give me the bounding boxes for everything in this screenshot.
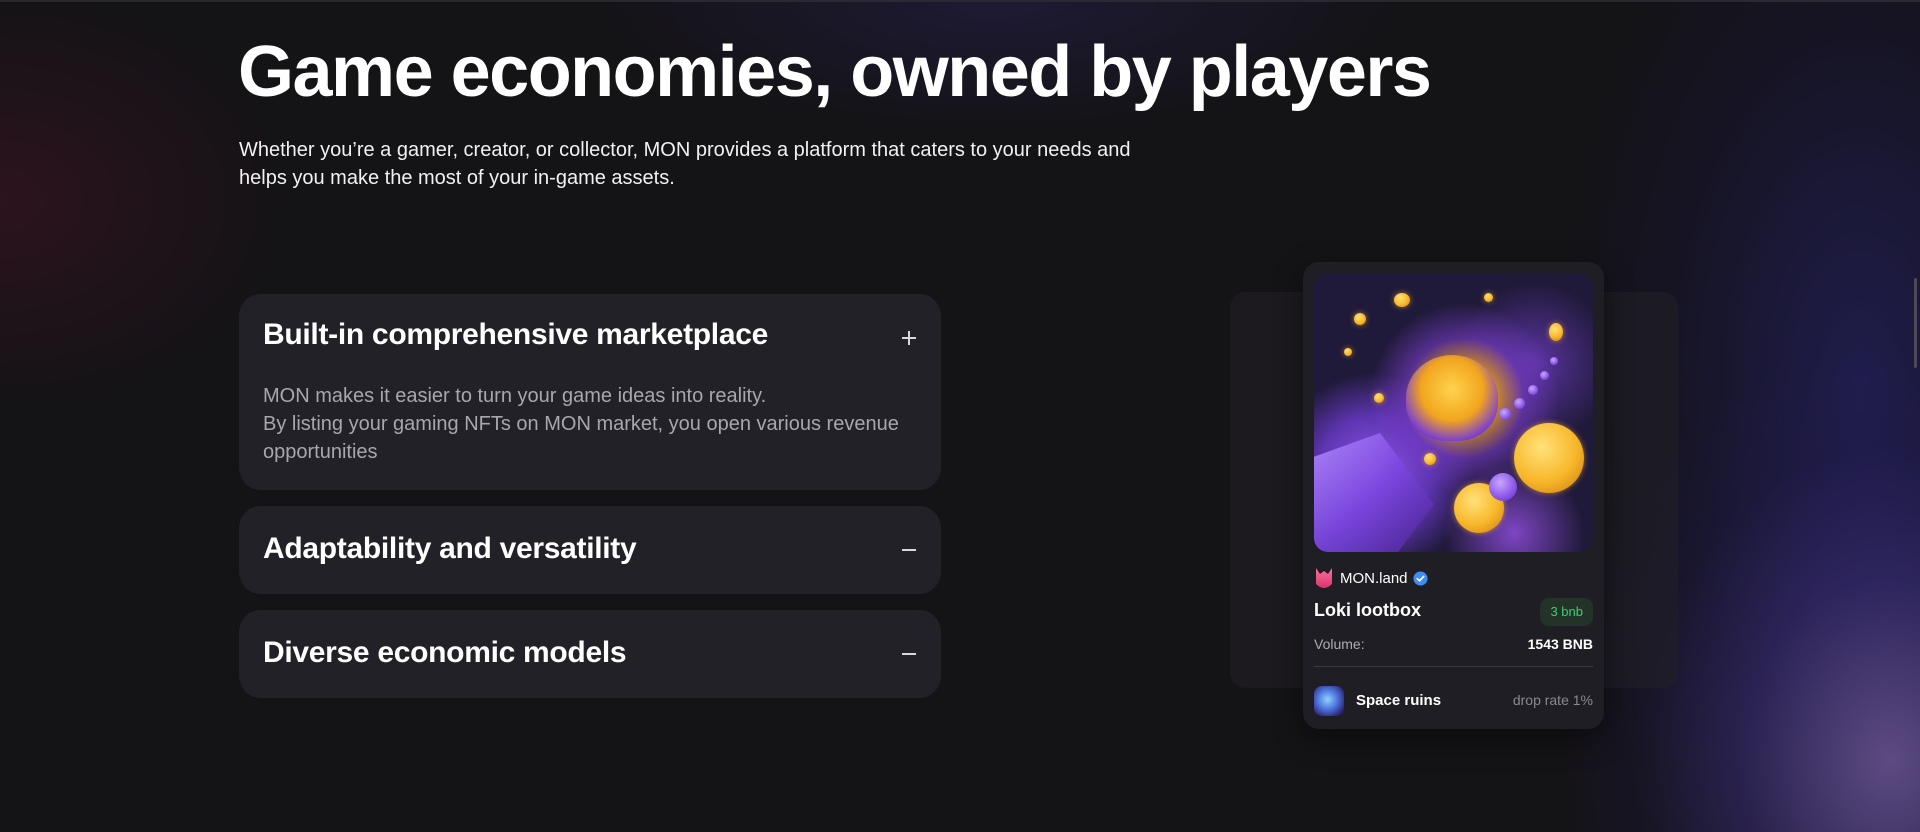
coin-graphic bbox=[1424, 453, 1436, 465]
page: Game economies, owned by players Whether… bbox=[0, 0, 1920, 832]
lootbox-chest-graphic bbox=[1406, 355, 1498, 441]
coin-graphic bbox=[1549, 323, 1563, 341]
nft-title: Loki lootbox bbox=[1314, 600, 1421, 620]
drop-name: Space ruins bbox=[1356, 692, 1442, 709]
accordion-title[interactable]: Built-in comprehensive marketplace bbox=[263, 318, 768, 352]
volume-label: Volume: bbox=[1314, 636, 1365, 652]
bead-graphic bbox=[1528, 385, 1538, 395]
drop-row[interactable]: Space ruins drop rate 1% bbox=[1314, 686, 1593, 716]
bead-graphic bbox=[1540, 371, 1549, 380]
bead-graphic bbox=[1514, 398, 1525, 409]
bead-graphic bbox=[1550, 357, 1558, 365]
mon-logo-icon bbox=[1314, 564, 1334, 592]
accordion-item-marketplace[interactable]: Built-in comprehensive marketplace MON m… bbox=[239, 294, 941, 490]
volume-value: 1543 BNB bbox=[1527, 636, 1593, 652]
plus-icon[interactable] bbox=[901, 330, 917, 346]
crystal-shard-graphic bbox=[1314, 433, 1434, 552]
coin-graphic bbox=[1374, 393, 1384, 403]
creator-row[interactable]: MON.land bbox=[1314, 564, 1428, 592]
accordion-body-line: By listing your gaming NFTs on MON marke… bbox=[263, 413, 899, 463]
verified-badge-icon bbox=[1413, 570, 1428, 586]
accordion-title[interactable]: Diverse economic models bbox=[263, 636, 627, 670]
coin-graphic bbox=[1354, 313, 1366, 325]
bead-graphic bbox=[1499, 408, 1511, 420]
creator-name[interactable]: MON.land bbox=[1340, 570, 1408, 587]
page-subtitle: Whether you’re a gamer, creator, or coll… bbox=[239, 139, 1131, 189]
nft-card[interactable]: MON.land Loki lootbox 3 bnb Volume: 1543… bbox=[1303, 262, 1604, 729]
coin-graphic bbox=[1484, 293, 1493, 302]
card-divider bbox=[1314, 666, 1593, 667]
space-ruins-icon bbox=[1314, 686, 1344, 716]
bead-graphic bbox=[1489, 473, 1517, 501]
scrollbar[interactable] bbox=[1914, 278, 1917, 368]
coin-graphic bbox=[1344, 348, 1352, 356]
accordion-body: MON makes it easier to turn your game id… bbox=[263, 382, 903, 466]
drop-rate: drop rate 1% bbox=[1512, 692, 1593, 708]
accordion-title[interactable]: Adaptability and versatility bbox=[263, 532, 637, 566]
page-title: Game economies, owned by players bbox=[238, 32, 1432, 112]
price-badge: 3 bnb bbox=[1540, 598, 1593, 626]
top-divider bbox=[0, 0, 1920, 2]
coin-graphic bbox=[1394, 293, 1410, 307]
accordion-item-economic-models[interactable]: Diverse economic models bbox=[239, 610, 941, 698]
accordion-body-line: MON makes it easier to turn your game id… bbox=[263, 385, 767, 407]
lootbox-image bbox=[1314, 273, 1593, 552]
coin-graphic bbox=[1514, 423, 1584, 493]
minus-icon[interactable] bbox=[901, 646, 917, 662]
accordion-item-adaptability[interactable]: Adaptability and versatility bbox=[239, 506, 941, 594]
minus-icon[interactable] bbox=[901, 542, 917, 558]
